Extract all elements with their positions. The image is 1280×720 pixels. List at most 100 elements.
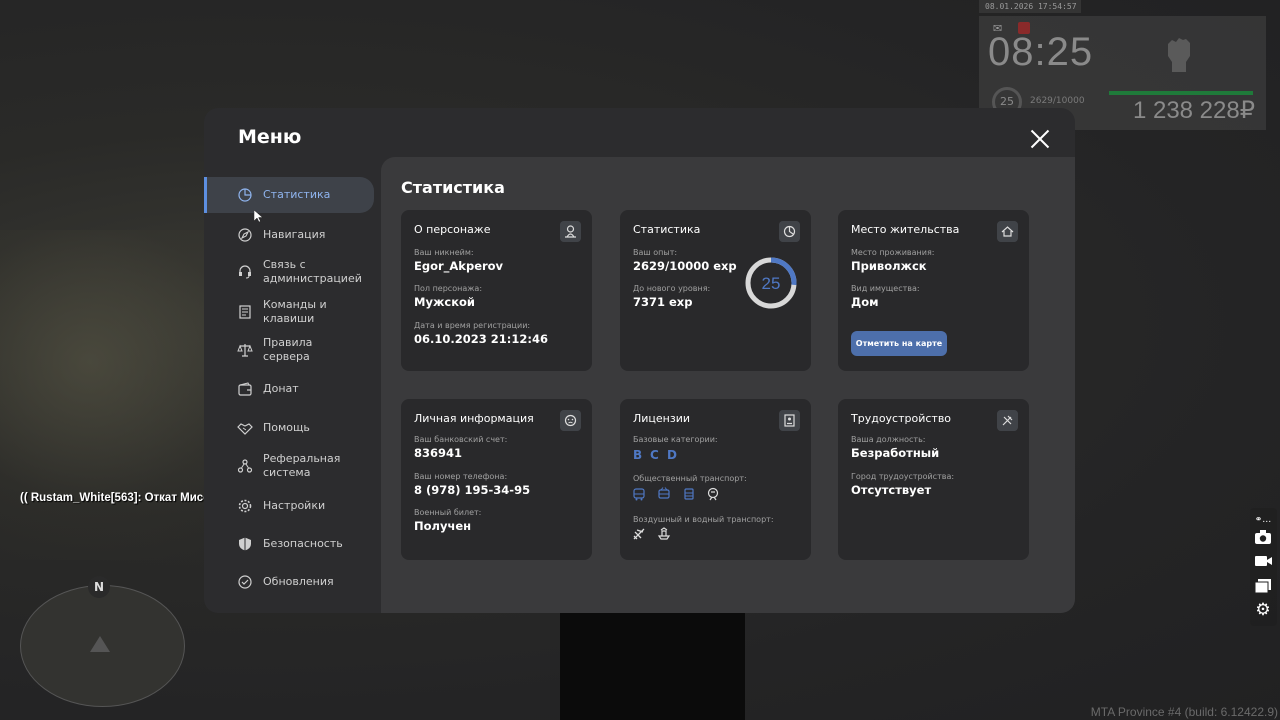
- card-title: Личная информация: [414, 412, 534, 425]
- sidebar-item-label: Настройки: [263, 499, 326, 512]
- phone-value: 8 (978) 195-34-95: [414, 483, 531, 497]
- hud-clock: 08:25: [988, 30, 1094, 74]
- metro-icon: [707, 487, 719, 501]
- employment-card: Трудоустройство Ваша должность: Безработ…: [838, 399, 1029, 560]
- trolleybus-icon: [658, 487, 670, 499]
- card-title: Место жительства: [851, 223, 960, 236]
- air-water-transport-label: Воздушный и водный транспорт:: [633, 515, 774, 524]
- tools-icon: [997, 410, 1018, 431]
- sidebar-item-label: Навигация: [263, 228, 326, 241]
- sidebar-item[interactable]: Статистика: [204, 177, 374, 213]
- sidebar-item[interactable]: Правила сервера: [204, 332, 374, 368]
- sidebar-item[interactable]: Навигация: [204, 217, 374, 253]
- personal-info-card: Личная информация Ваш банковский счет: 8…: [401, 399, 592, 560]
- sidebar-item-label: Помощь: [263, 421, 310, 434]
- bank-label: Ваш банковский счет:: [414, 435, 508, 444]
- player-arrow-icon: [90, 636, 110, 652]
- gender-label: Пол персонажа:: [414, 284, 483, 293]
- windows-icon[interactable]: [1253, 576, 1273, 596]
- next-level-label: До нового уровня:: [633, 284, 711, 293]
- license-category: C: [650, 448, 659, 462]
- sidebar-item-label: Реферальная система: [263, 452, 341, 479]
- place-value: Приволжск: [851, 259, 927, 273]
- close-button[interactable]: [1028, 127, 1052, 151]
- phone-label: Ваш номер телефона:: [414, 472, 508, 481]
- card-title: Трудоустройство: [851, 412, 952, 425]
- sidebar-item[interactable]: Донат: [204, 371, 374, 407]
- hud-datetime: 08.01.2026 17:54:57: [979, 0, 1081, 13]
- user-icon: [560, 221, 581, 242]
- wallet-icon: [238, 382, 252, 396]
- license-category: D: [667, 448, 677, 462]
- next-level-value: 7371 exp: [633, 295, 693, 309]
- exp-label: Ваш опыт:: [633, 248, 678, 257]
- sidebar-item-label: Статистика: [263, 188, 331, 201]
- mouse-cursor-icon: [254, 210, 263, 223]
- sidebar-item[interactable]: Настройки: [204, 488, 374, 524]
- referral-icon: [237, 459, 253, 473]
- base-categories-label: Базовые категории:: [633, 435, 718, 444]
- minimap-north-marker: N: [88, 576, 110, 598]
- build-watermark: MTA Province #4 (build: 6.12422.9): [1090, 705, 1278, 719]
- update-icon: [238, 575, 252, 589]
- tram-icon: [684, 488, 694, 500]
- property-type-value: Дом: [851, 295, 879, 309]
- handshake-icon: [237, 423, 253, 435]
- public-transport-label: Общественный транспорт:: [633, 474, 747, 483]
- sidebar-item-label: Обновления: [263, 575, 334, 588]
- character-card: О персонаже Ваш никнейм: Egor_Akperov По…: [401, 210, 592, 371]
- card-title: Статистика: [633, 223, 701, 236]
- sidebar-item[interactable]: Команды и клавиши: [204, 294, 374, 330]
- sidebar-item-label: Команды и клавиши: [263, 298, 327, 325]
- place-label: Место проживания:: [851, 248, 935, 257]
- home-icon: [997, 221, 1018, 242]
- bus-icon: [633, 488, 645, 501]
- menu-title: Меню: [238, 126, 302, 148]
- sidebar-item-label: Правила сервера: [263, 336, 313, 363]
- scales-icon: [237, 344, 253, 357]
- license-icon: [779, 410, 800, 431]
- document-icon: [239, 305, 251, 319]
- hud-exp: 2629/10000: [1030, 96, 1085, 106]
- work-city-value: Отсутствует: [851, 483, 932, 497]
- exp-value: 2629/10000 exp: [633, 259, 737, 273]
- hud-health-bar: [1109, 91, 1253, 95]
- mark-on-map-button[interactable]: Отметить на карте: [851, 331, 947, 356]
- position-label: Ваша должность:: [851, 435, 926, 444]
- sidebar-item[interactable]: Обновления: [204, 564, 374, 600]
- gender-value: Мужской: [414, 295, 475, 309]
- sidebar-item-label: Безопасность: [263, 537, 343, 550]
- content-title: Статистика: [401, 178, 505, 197]
- video-icon[interactable]: [1253, 551, 1273, 571]
- stats-icon: [238, 188, 252, 202]
- headset-icon: [239, 265, 251, 279]
- sidebar-item-label: Донат: [263, 382, 299, 395]
- military-label: Военный билет:: [414, 508, 482, 517]
- sidebar-item[interactable]: Реферальная система: [204, 448, 374, 484]
- bank-value: 836941: [414, 446, 463, 460]
- sidebar-item[interactable]: Безопасность: [204, 526, 374, 562]
- sidebar-item[interactable]: Помощь: [204, 410, 374, 446]
- face-icon: [560, 410, 581, 431]
- gear-icon: [238, 499, 252, 513]
- boat-icon: [657, 527, 671, 540]
- stats-card: Статистика Ваш опыт: 2629/10000 exp До н…: [620, 210, 811, 371]
- hud-money: 1 238 228₽: [1132, 97, 1255, 124]
- work-city-label: Город трудоустройства:: [851, 472, 955, 481]
- shield-icon: [239, 537, 251, 551]
- residence-card: Место жительства Место проживания: Приво…: [838, 210, 1029, 371]
- sidebar-item[interactable]: Связь с администрацией: [204, 254, 374, 290]
- settings-gear-icon[interactable]: ⚙: [1253, 600, 1273, 620]
- property-type-label: Вид имущества:: [851, 284, 920, 293]
- camera-icon[interactable]: [1253, 527, 1273, 547]
- registration-label: Дата и время регистрации:: [414, 321, 531, 330]
- licenses-card: Лицензии Базовые категории: B C D Общест…: [620, 399, 811, 560]
- card-title: О персонаже: [414, 223, 491, 236]
- level-progress-ring: 25: [745, 257, 797, 309]
- license-category: B: [633, 448, 643, 462]
- fist-icon: [1168, 38, 1190, 72]
- compass-icon: [238, 228, 252, 242]
- card-title: Лицензии: [633, 412, 691, 425]
- background-character: [560, 600, 745, 720]
- registration-value: 06.10.2023 21:12:46: [414, 332, 548, 346]
